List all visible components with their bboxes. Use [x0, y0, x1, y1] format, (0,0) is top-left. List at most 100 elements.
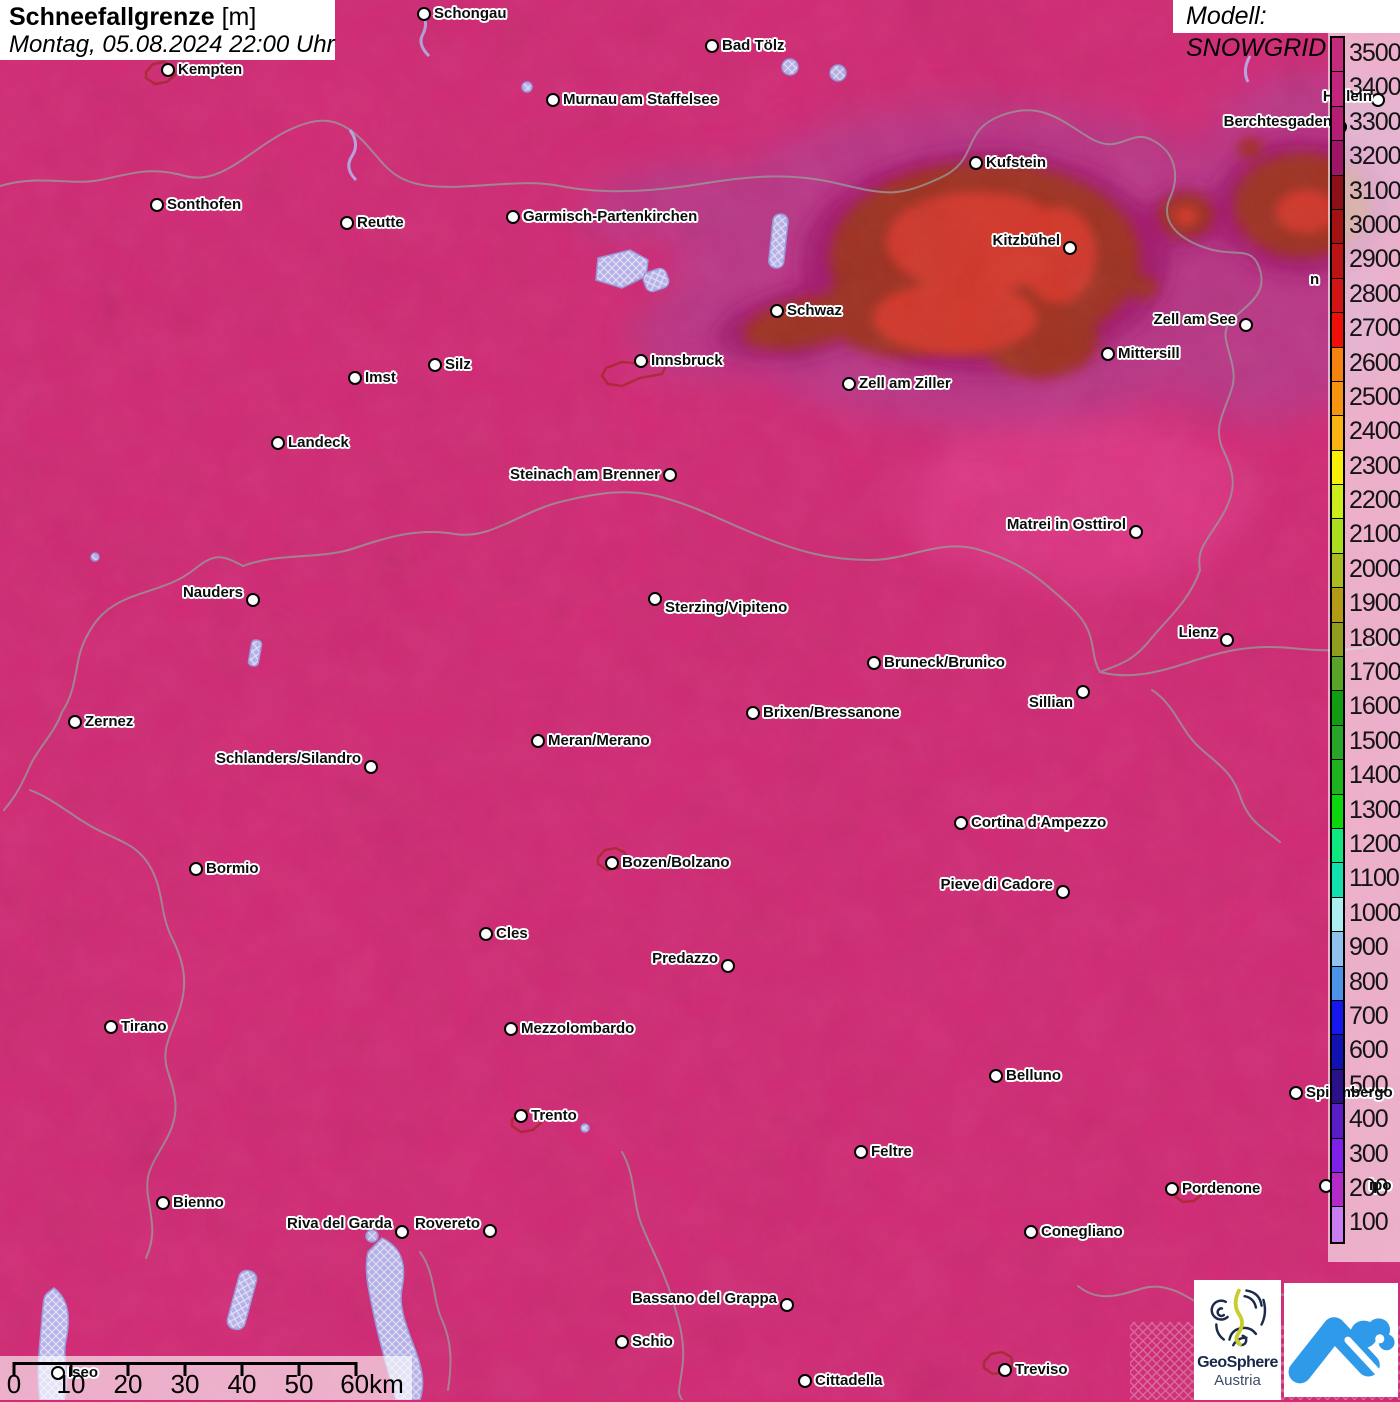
legend-cell-300: [1332, 1138, 1343, 1173]
weather-map-page: { "header": { "title": "Schneefallgrenze…: [0, 0, 1400, 1400]
city-label-feltre: Feltre: [871, 1143, 912, 1160]
legend-tick-3100: 3100: [1349, 176, 1400, 205]
city-marker-pordenone: [1165, 1182, 1179, 1196]
city-label-mezzolombardo: Mezzolombardo: [521, 1020, 635, 1037]
legend-cell-1100: [1332, 863, 1343, 898]
scalebar: 0 10 20 30 40 50 60km: [0, 1356, 412, 1400]
city-label-pordenone: Pordenone: [1182, 1180, 1261, 1197]
legend-labels: 3500 3400 3300 3200 3100 3000 2900 2800 2700 2600…: [1349, 36, 1400, 1240]
city-label-schwaz: Schwaz: [787, 302, 843, 319]
city-marker-treviso: [998, 1363, 1012, 1377]
legend-tick-200: 200: [1349, 1173, 1389, 1202]
legend-tick-1100: 1100: [1349, 864, 1400, 893]
city-label-schio: Schio: [632, 1333, 673, 1350]
city-marker-zell-am-ziller: [842, 377, 856, 391]
legend-tick-400: 400: [1349, 1105, 1389, 1134]
legend-cell-1700: [1332, 657, 1343, 692]
legend-cell-200: [1332, 1172, 1343, 1208]
legend-tick-2600: 2600: [1349, 348, 1400, 377]
legend-tick-1200: 1200: [1349, 829, 1400, 858]
city-label-zell-am-ziller: Zell am Ziller: [859, 375, 951, 392]
legend-cell-100: [1332, 1207, 1343, 1242]
legend-cell-3500: [1332, 38, 1343, 73]
city-marker-cles: [479, 927, 493, 941]
mountain-cloud-logo: [1284, 1283, 1398, 1397]
city-label-kufstein: Kufstein: [986, 154, 1046, 171]
legend-cell-3300: [1332, 106, 1343, 142]
legend-tick-3200: 3200: [1349, 142, 1400, 171]
legend-cell-2200: [1332, 485, 1343, 520]
city-marker-nauders: [246, 593, 260, 607]
scalebar-label-60km: 60km: [340, 1369, 404, 1399]
city-marker-imst: [348, 371, 362, 385]
legend-cell-3100: [1332, 175, 1343, 210]
title-unit: [m]: [221, 3, 257, 31]
legend-tick-2300: 2300: [1349, 451, 1400, 480]
legend-tick-2900: 2900: [1349, 245, 1400, 274]
city-label-cittadella: Cittadella: [815, 1372, 883, 1389]
city-marker-feltre: [854, 1145, 868, 1159]
city-label-kempten: Kempten: [178, 61, 243, 78]
city-label-imst: Imst: [365, 369, 396, 386]
city-marker-steinach-am-brenner: [663, 468, 677, 482]
legend-cell-2400: [1332, 416, 1343, 451]
legend-cell-1900: [1332, 588, 1343, 623]
city-marker-conegliano: [1024, 1225, 1038, 1239]
legend-cell-2500: [1332, 381, 1343, 417]
city-marker-predazzo: [721, 959, 735, 973]
legend-cell-500: [1332, 1069, 1343, 1105]
city-marker-cittadella: [798, 1374, 812, 1388]
legend-tick-2700: 2700: [1349, 314, 1400, 343]
scalebar-label-20: 20: [113, 1369, 143, 1399]
city-marker-bormio: [189, 862, 203, 876]
legend-tick-2200: 2200: [1349, 486, 1400, 515]
city-label-predazzo: Predazzo: [652, 950, 718, 967]
title-box: Schneefallgrenze [m] Montag, 05.08.2024 …: [0, 0, 335, 60]
city-label-nauders: Nauders: [182, 584, 243, 601]
legend-tick-3300: 3300: [1349, 107, 1400, 136]
legend-cell-2800: [1332, 278, 1343, 314]
legend-tick-1400: 1400: [1349, 761, 1400, 790]
city-label-innsbruck: Innsbruck: [651, 352, 723, 369]
legend-tick-3500: 3500: [1349, 39, 1400, 67]
legend-tick-2800: 2800: [1349, 279, 1400, 308]
city-marker-cortina-d-ampezzo: [954, 816, 968, 830]
city-label-garmisch-partenkirchen: Garmisch-Partenkirchen: [523, 208, 698, 225]
legend-cell-1800: [1332, 622, 1343, 658]
city-marker-silz: [428, 358, 442, 372]
city-label-cortina-d-ampezzo: Cortina d'Ampezzo: [971, 814, 1107, 831]
city-label-tirano: Tirano: [121, 1018, 167, 1035]
model-box: Modell: SNOWGRID: [1173, 0, 1400, 62]
city-label-belluno: Belluno: [1006, 1067, 1061, 1084]
legend-tick-1600: 1600: [1349, 692, 1400, 721]
city-label-sonthofen: Sonthofen: [167, 196, 242, 213]
city-marker-rovereto: [483, 1224, 497, 1238]
scalebar-label-0: 0: [6, 1369, 22, 1399]
scalebar-label-10: 10: [56, 1369, 86, 1399]
legend: 3500 3400 3300 3200 3100 3000 2900 2800 2700 2600…: [1328, 24, 1400, 1262]
city-label-landeck: Landeck: [288, 434, 349, 451]
legend-tick-900: 900: [1349, 933, 1389, 962]
city-marker-lienz: [1220, 633, 1234, 647]
city-marker-pieve-di-cadore: [1056, 885, 1070, 899]
city-marker-sterzing-vipiteno: [648, 592, 662, 606]
city-marker-trento: [514, 1109, 528, 1123]
city-label-bad-t-lz: Bad Tölz: [722, 37, 785, 54]
city-marker-zernez: [68, 715, 82, 729]
legend-cell-1400: [1332, 760, 1343, 795]
page-title: Schneefallgrenze [m]: [9, 3, 257, 31]
geosphere-swirl-icon: [1210, 1288, 1266, 1347]
city-label-matrei-in-osttirol: Matrei in Osttirol: [1006, 516, 1126, 533]
city-marker-bad-t-lz: [705, 39, 719, 53]
legend-tick-100: 100: [1349, 1208, 1389, 1237]
city-label-reutte: Reutte: [357, 214, 404, 231]
legend-tick-1500: 1500: [1349, 726, 1400, 755]
city-label-n: n: [1310, 271, 1320, 288]
city-label-steinach-am-brenner: Steinach am Brenner: [509, 466, 660, 483]
legend-tick-600: 600: [1349, 1036, 1389, 1065]
scalebar-label-30: 30: [170, 1369, 200, 1399]
legend-cell-1300: [1332, 794, 1343, 829]
city-label-meran-merano: Meran/Merano: [548, 732, 650, 749]
city-marker-landeck: [271, 436, 285, 450]
legend-tick-300: 300: [1349, 1139, 1389, 1168]
